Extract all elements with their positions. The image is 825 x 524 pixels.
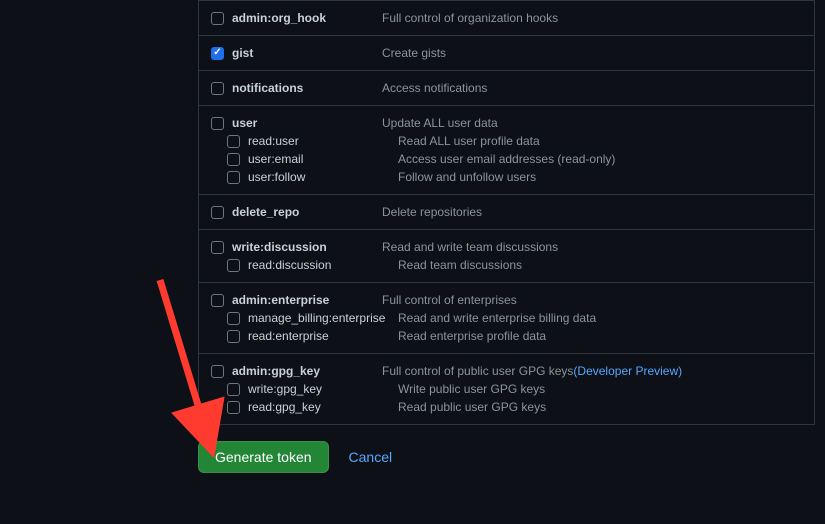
- scope-description: Read public user GPG keys: [398, 400, 546, 414]
- scope-label[interactable]: read:user: [248, 134, 398, 148]
- scope-subline: read:discussionRead team discussions: [211, 256, 802, 274]
- scope-description: Read and write team discussions: [382, 240, 558, 254]
- scope-description: Read and write enterprise billing data: [398, 311, 596, 325]
- scope-line: admin:org_hookFull control of organizati…: [211, 9, 802, 27]
- scope-label[interactable]: admin:org_hook: [232, 11, 382, 25]
- scope-label[interactable]: user: [232, 116, 382, 130]
- scope-checkbox[interactable]: [211, 47, 224, 60]
- scope-checkbox[interactable]: [211, 241, 224, 254]
- scope-description: Update ALL user data: [382, 116, 498, 130]
- scope-label[interactable]: user:follow: [248, 170, 398, 184]
- generate-token-button[interactable]: Generate token: [198, 441, 329, 473]
- scope-checkbox[interactable]: [211, 117, 224, 130]
- scope-row: admin:gpg_keyFull control of public user…: [199, 354, 814, 425]
- scope-subline: user:followFollow and unfollow users: [211, 168, 802, 186]
- scope-label[interactable]: read:discussion: [248, 258, 398, 272]
- scope-subline: read:enterpriseRead enterprise profile d…: [211, 327, 802, 345]
- scope-checkbox[interactable]: [227, 135, 240, 148]
- scope-subline: user:emailAccess user email addresses (r…: [211, 150, 802, 168]
- scope-description: Read ALL user profile data: [398, 134, 540, 148]
- scope-checkbox[interactable]: [227, 312, 240, 325]
- scope-description: Create gists: [382, 46, 446, 60]
- scope-description: Full control of organization hooks: [382, 11, 558, 25]
- scope-description: Read team discussions: [398, 258, 522, 272]
- scope-row: admin:enterpriseFull control of enterpri…: [199, 283, 814, 354]
- scope-label[interactable]: manage_billing:enterprise: [248, 311, 398, 325]
- scope-row: admin:org_hookFull control of organizati…: [199, 1, 814, 36]
- scope-checkbox[interactable]: [227, 259, 240, 272]
- scope-label[interactable]: write:gpg_key: [248, 382, 398, 396]
- scope-subline: read:gpg_keyRead public user GPG keys: [211, 398, 802, 416]
- scope-line: delete_repoDelete repositories: [211, 203, 802, 221]
- scope-description: Write public user GPG keys: [398, 382, 545, 396]
- scope-checkbox[interactable]: [227, 401, 240, 414]
- scope-description: Follow and unfollow users: [398, 170, 536, 184]
- scope-checkbox[interactable]: [211, 82, 224, 95]
- scope-checkbox[interactable]: [227, 171, 240, 184]
- scope-line: admin:enterpriseFull control of enterpri…: [211, 291, 802, 309]
- scope-label[interactable]: user:email: [248, 152, 398, 166]
- scope-subline: write:gpg_keyWrite public user GPG keys: [211, 380, 802, 398]
- scope-subline: read:userRead ALL user profile data: [211, 132, 802, 150]
- scope-label[interactable]: admin:gpg_key: [232, 364, 382, 378]
- scope-row: write:discussionRead and write team disc…: [199, 230, 814, 283]
- scope-description: Access user email addresses (read-only): [398, 152, 615, 166]
- scope-description: Full control of enterprises: [382, 293, 517, 307]
- scope-description: Delete repositories: [382, 205, 482, 219]
- scope-description: Access notifications: [382, 81, 487, 95]
- scope-row: notificationsAccess notifications: [199, 71, 814, 106]
- form-actions: Generate token Cancel: [198, 441, 825, 473]
- scope-checkbox[interactable]: [211, 206, 224, 219]
- scope-line: notificationsAccess notifications: [211, 79, 802, 97]
- scope-label[interactable]: delete_repo: [232, 205, 382, 219]
- scope-row: delete_repoDelete repositories: [199, 195, 814, 230]
- scope-checkbox[interactable]: [211, 294, 224, 307]
- scope-checkbox[interactable]: [227, 383, 240, 396]
- scope-checkbox[interactable]: [211, 12, 224, 25]
- scope-label[interactable]: admin:enterprise: [232, 293, 382, 307]
- scope-label[interactable]: read:enterprise: [248, 329, 398, 343]
- scope-checkbox[interactable]: [211, 365, 224, 378]
- scope-line: userUpdate ALL user data: [211, 114, 802, 132]
- scope-row: userUpdate ALL user data read:userRead A…: [199, 106, 814, 195]
- scope-description: Read enterprise profile data: [398, 329, 546, 343]
- scope-label[interactable]: read:gpg_key: [248, 400, 398, 414]
- scope-description: Full control of public user GPG keys: [382, 364, 573, 378]
- scope-checkbox[interactable]: [227, 330, 240, 343]
- scopes-table: admin:org_hookFull control of organizati…: [198, 0, 815, 425]
- scope-subline: manage_billing:enterpriseRead and write …: [211, 309, 802, 327]
- developer-preview-link[interactable]: (Developer Preview): [573, 364, 682, 378]
- scope-checkbox[interactable]: [227, 153, 240, 166]
- scope-row: gistCreate gists: [199, 36, 814, 71]
- scope-label[interactable]: gist: [232, 46, 382, 60]
- scope-line: admin:gpg_keyFull control of public user…: [211, 362, 802, 380]
- scope-line: gistCreate gists: [211, 44, 802, 62]
- scope-label[interactable]: notifications: [232, 81, 382, 95]
- scope-label[interactable]: write:discussion: [232, 240, 382, 254]
- scope-line: write:discussionRead and write team disc…: [211, 238, 802, 256]
- cancel-link[interactable]: Cancel: [349, 449, 393, 465]
